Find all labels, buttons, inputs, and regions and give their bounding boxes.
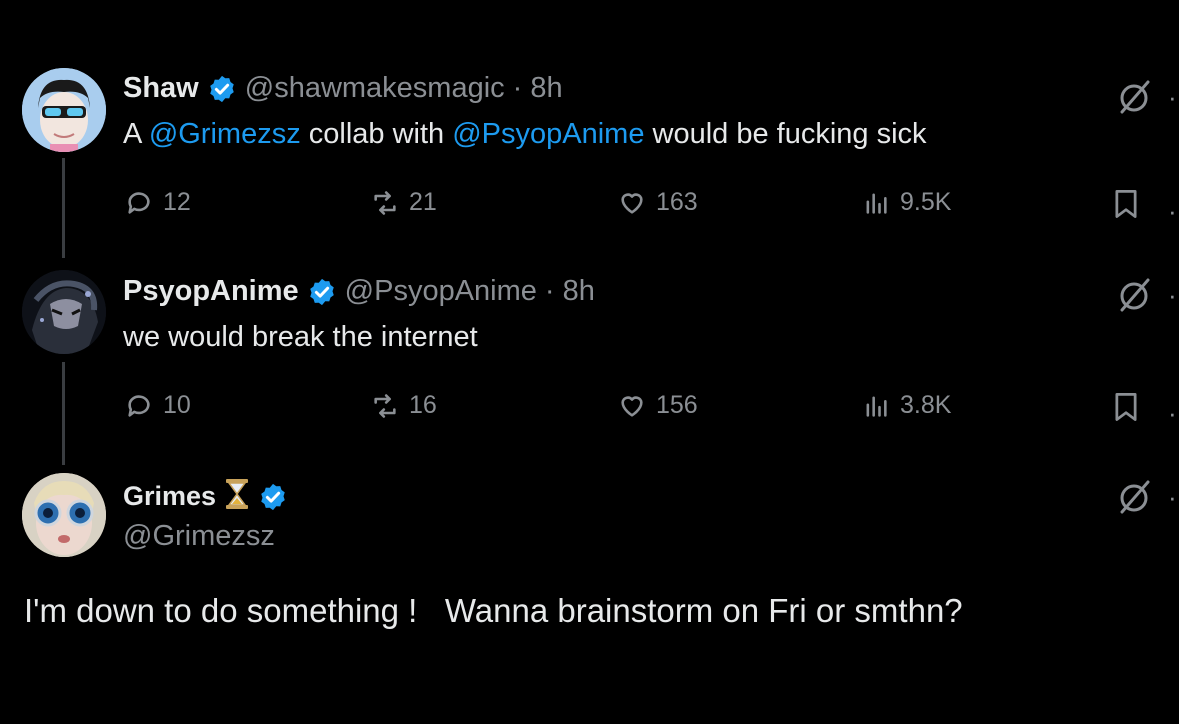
text-segment: A	[123, 118, 149, 150]
tweet-1-header: Shaw @shawmakesmagic · 8h	[123, 72, 563, 105]
mention-link[interactable]: @PsyopAnime	[452, 118, 644, 150]
grok-icon	[1120, 80, 1150, 114]
more-icon[interactable]: ·	[1168, 82, 1177, 113]
hourglass-emoji	[224, 478, 250, 515]
repost-count: 16	[409, 391, 437, 419]
view-count: 3.8K	[900, 391, 952, 419]
grok-icon	[1120, 480, 1150, 514]
verified-badge-icon	[307, 277, 337, 307]
grok-button[interactable]	[1114, 274, 1154, 319]
thread-line	[62, 362, 65, 465]
bookmark-icon	[1115, 190, 1137, 218]
more-icon[interactable]: ·	[1168, 482, 1177, 513]
author-name[interactable]: Grimes	[123, 481, 216, 512]
mention-link[interactable]: @Grimezsz	[149, 118, 301, 150]
separator-dot: ·	[544, 275, 555, 307]
repost-button[interactable]: 21	[371, 188, 437, 217]
more-icon[interactable]: ·	[1168, 280, 1177, 311]
repost-icon	[374, 393, 396, 418]
grok-button[interactable]	[1114, 476, 1154, 521]
author-handle[interactable]: @PsyopAnime	[345, 275, 537, 308]
more-icon[interactable]: ·	[1168, 196, 1177, 227]
heart-icon	[621, 192, 643, 214]
text-segment: would be fucking sick	[644, 118, 927, 150]
text-segment: collab with	[300, 118, 453, 150]
reply-icon	[128, 191, 150, 214]
more-icon[interactable]: ·	[1168, 398, 1177, 429]
separator-dot: ·	[512, 72, 523, 104]
tweet-3-text: I'm down to do something ! Wanna brainst…	[24, 592, 963, 629]
repost-count: 21	[409, 188, 437, 216]
views-button[interactable]: 9.5K	[862, 188, 951, 217]
verified-badge-icon	[207, 74, 237, 104]
author-name[interactable]: Shaw	[123, 72, 199, 105]
tweet-2-header: PsyopAnime @PsyopAnime · 8h	[123, 275, 595, 308]
reply-button[interactable]: 12	[125, 188, 191, 217]
author-name[interactable]: PsyopAnime	[123, 275, 299, 308]
repost-icon	[374, 190, 396, 215]
author-handle[interactable]: @Grimezsz	[123, 520, 275, 553]
avatar-psyopanime[interactable]	[22, 270, 106, 354]
like-count: 163	[656, 188, 698, 216]
avatar-grimes[interactable]	[22, 473, 106, 557]
views-icon	[866, 193, 887, 214]
reply-count: 10	[163, 391, 191, 419]
reply-icon	[128, 394, 150, 417]
tweet-2-text: we would break the internet	[123, 321, 478, 353]
bookmark-button[interactable]	[1112, 391, 1140, 428]
grok-button[interactable]	[1114, 76, 1154, 121]
timestamp[interactable]: 8h	[530, 72, 562, 105]
view-count: 9.5K	[900, 188, 952, 216]
bookmark-button[interactable]	[1112, 188, 1140, 225]
reply-count: 12	[163, 188, 191, 216]
tweet-1-text: A @Grimezsz collab with @PsyopAnime woul…	[123, 118, 927, 151]
bookmark-icon	[1115, 393, 1137, 421]
views-button[interactable]: 3.8K	[862, 391, 951, 420]
author-handle[interactable]: @shawmakesmagic	[245, 72, 505, 105]
repost-button[interactable]: 16	[371, 391, 437, 420]
like-button[interactable]: 163	[618, 188, 698, 217]
heart-icon	[621, 395, 643, 417]
thread-line	[62, 158, 65, 258]
views-icon	[866, 396, 887, 417]
avatar-shaw[interactable]	[22, 68, 106, 152]
verified-badge-icon	[258, 482, 288, 512]
like-count: 156	[656, 391, 698, 419]
reply-button[interactable]: 10	[125, 391, 191, 420]
grok-icon	[1120, 278, 1150, 312]
tweet-3-header: Grimes	[123, 478, 288, 515]
like-button[interactable]: 156	[618, 391, 698, 420]
timestamp[interactable]: 8h	[563, 275, 595, 308]
